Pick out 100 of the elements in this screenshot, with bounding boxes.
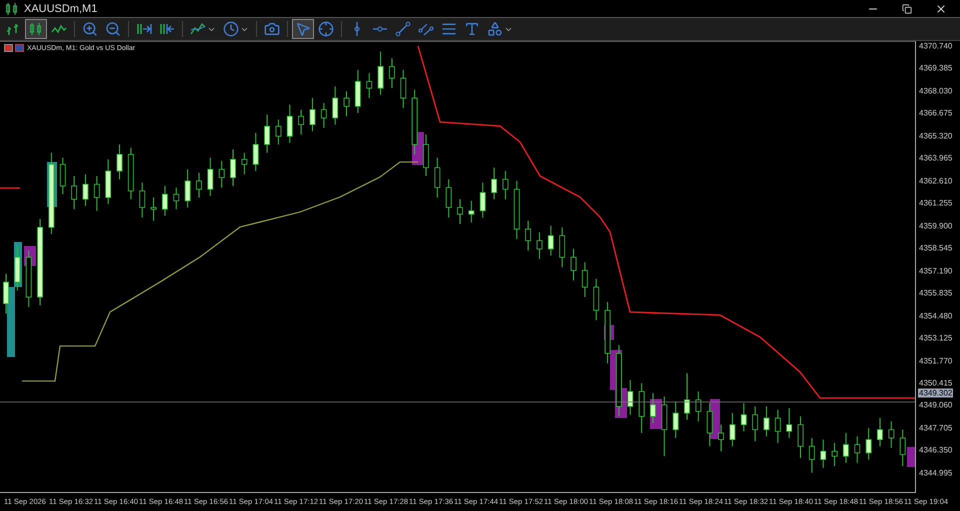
fibonacci-icon — [441, 21, 457, 37]
candlestick — [877, 418, 883, 447]
current-price-label: 4349.302 — [918, 388, 954, 398]
bar-chart-icon — [5, 21, 21, 37]
toolbar-button[interactable] — [25, 19, 47, 39]
chart-shift-icon — [159, 21, 175, 37]
zoom-out-icon — [105, 21, 121, 37]
candlestick — [94, 175, 100, 212]
cursor-icon — [295, 21, 311, 37]
indicator-icon — [190, 21, 206, 37]
candlestick — [774, 409, 781, 444]
price-label: 4366.675 — [918, 108, 954, 118]
candlestick — [502, 170, 508, 200]
crosshair-icon — [318, 21, 334, 37]
price-label: 4355.835 — [918, 288, 954, 298]
candlestick — [650, 392, 656, 424]
candlestick — [230, 148, 236, 186]
candlestick — [740, 402, 747, 432]
candlestick — [60, 157, 66, 195]
candlestick — [116, 144, 122, 180]
candlestick — [298, 109, 304, 136]
candlestick — [548, 225, 554, 256]
price-label: 4361.255 — [918, 198, 954, 208]
candlestick — [332, 86, 338, 126]
candlestick — [252, 132, 259, 172]
candlestick — [536, 232, 542, 260]
price-label: 4358.545 — [918, 244, 954, 253]
trend-line-icon — [395, 21, 411, 37]
candlestick — [832, 442, 838, 467]
candlestick — [82, 174, 88, 206]
candlestick — [730, 412, 736, 447]
text-icon — [464, 21, 480, 37]
candlestick — [207, 157, 214, 196]
candlestick-icon — [28, 21, 44, 37]
price-label: 4354.480 — [918, 311, 954, 320]
candlestick — [423, 134, 429, 176]
candlestick — [320, 102, 327, 128]
candlestick — [808, 437, 815, 474]
candlestick — [593, 278, 600, 321]
candlestick — [764, 406, 770, 437]
candlestick — [457, 198, 463, 225]
candlestick — [888, 420, 894, 448]
price-label: 4359.900 — [918, 221, 954, 230]
toolbar-button[interactable] — [292, 19, 314, 39]
candlestick — [525, 220, 531, 252]
candlestick — [900, 429, 906, 467]
candlestick — [218, 160, 225, 188]
candlestick-icon — [4, 0, 20, 16]
candlestick — [434, 157, 440, 198]
candlestick — [173, 187, 180, 210]
restore-icon — [902, 4, 912, 14]
candlestick — [854, 436, 860, 464]
candlestick — [400, 69, 406, 108]
price-label: 4347.705 — [918, 423, 954, 432]
candlestick — [366, 72, 372, 99]
candlestick — [389, 58, 395, 89]
candlestick — [241, 152, 248, 175]
price-label: 4349.060 — [918, 400, 954, 410]
chart-icon — [4, 44, 24, 52]
candlestick — [559, 226, 566, 268]
price-label: 4357.190 — [918, 266, 954, 276]
price-label: 4346.350 — [918, 446, 954, 455]
candlestick — [344, 90, 350, 117]
candlestick — [672, 400, 679, 438]
candlestick — [491, 167, 497, 200]
candlestick — [752, 406, 758, 442]
price-label: 4353.125 — [918, 334, 954, 343]
candlestick — [480, 182, 486, 218]
price-label: 4369.385 — [918, 64, 954, 73]
candlestick — [627, 379, 634, 416]
price-label: 4363.965 — [918, 154, 954, 163]
candlestick — [468, 200, 474, 223]
candlestick — [139, 182, 146, 218]
candlestick — [684, 372, 690, 420]
price-label: 4365.320 — [918, 131, 954, 140]
price-label: 4362.610 — [918, 176, 954, 186]
candlestick — [843, 432, 849, 464]
candlestick — [378, 51, 384, 96]
channel-icon — [418, 21, 434, 37]
candlestick — [162, 185, 168, 216]
price-label: 4370.740 — [918, 41, 954, 50]
candlestick — [718, 424, 724, 452]
candlestick — [446, 178, 452, 218]
shapes-icon — [487, 21, 503, 37]
candlestick — [570, 248, 576, 281]
price-label: 4344.995 — [918, 468, 954, 478]
candlestick — [264, 114, 270, 154]
candlestick — [310, 98, 316, 132]
price-label: 4350.415 — [918, 378, 954, 388]
signal-highlight — [907, 447, 915, 467]
candlestick — [150, 197, 156, 222]
price-label: 4351.770 — [918, 356, 954, 366]
candlestick — [184, 168, 190, 208]
price-label: 4368.030 — [918, 86, 954, 96]
scroll-end-icon — [136, 21, 152, 37]
candlestick — [798, 416, 804, 458]
zoom-in-icon — [82, 21, 98, 37]
window-title: XAUUSDm,M1 — [24, 2, 98, 14]
candlestick — [786, 408, 792, 438]
candlestick — [196, 172, 202, 198]
